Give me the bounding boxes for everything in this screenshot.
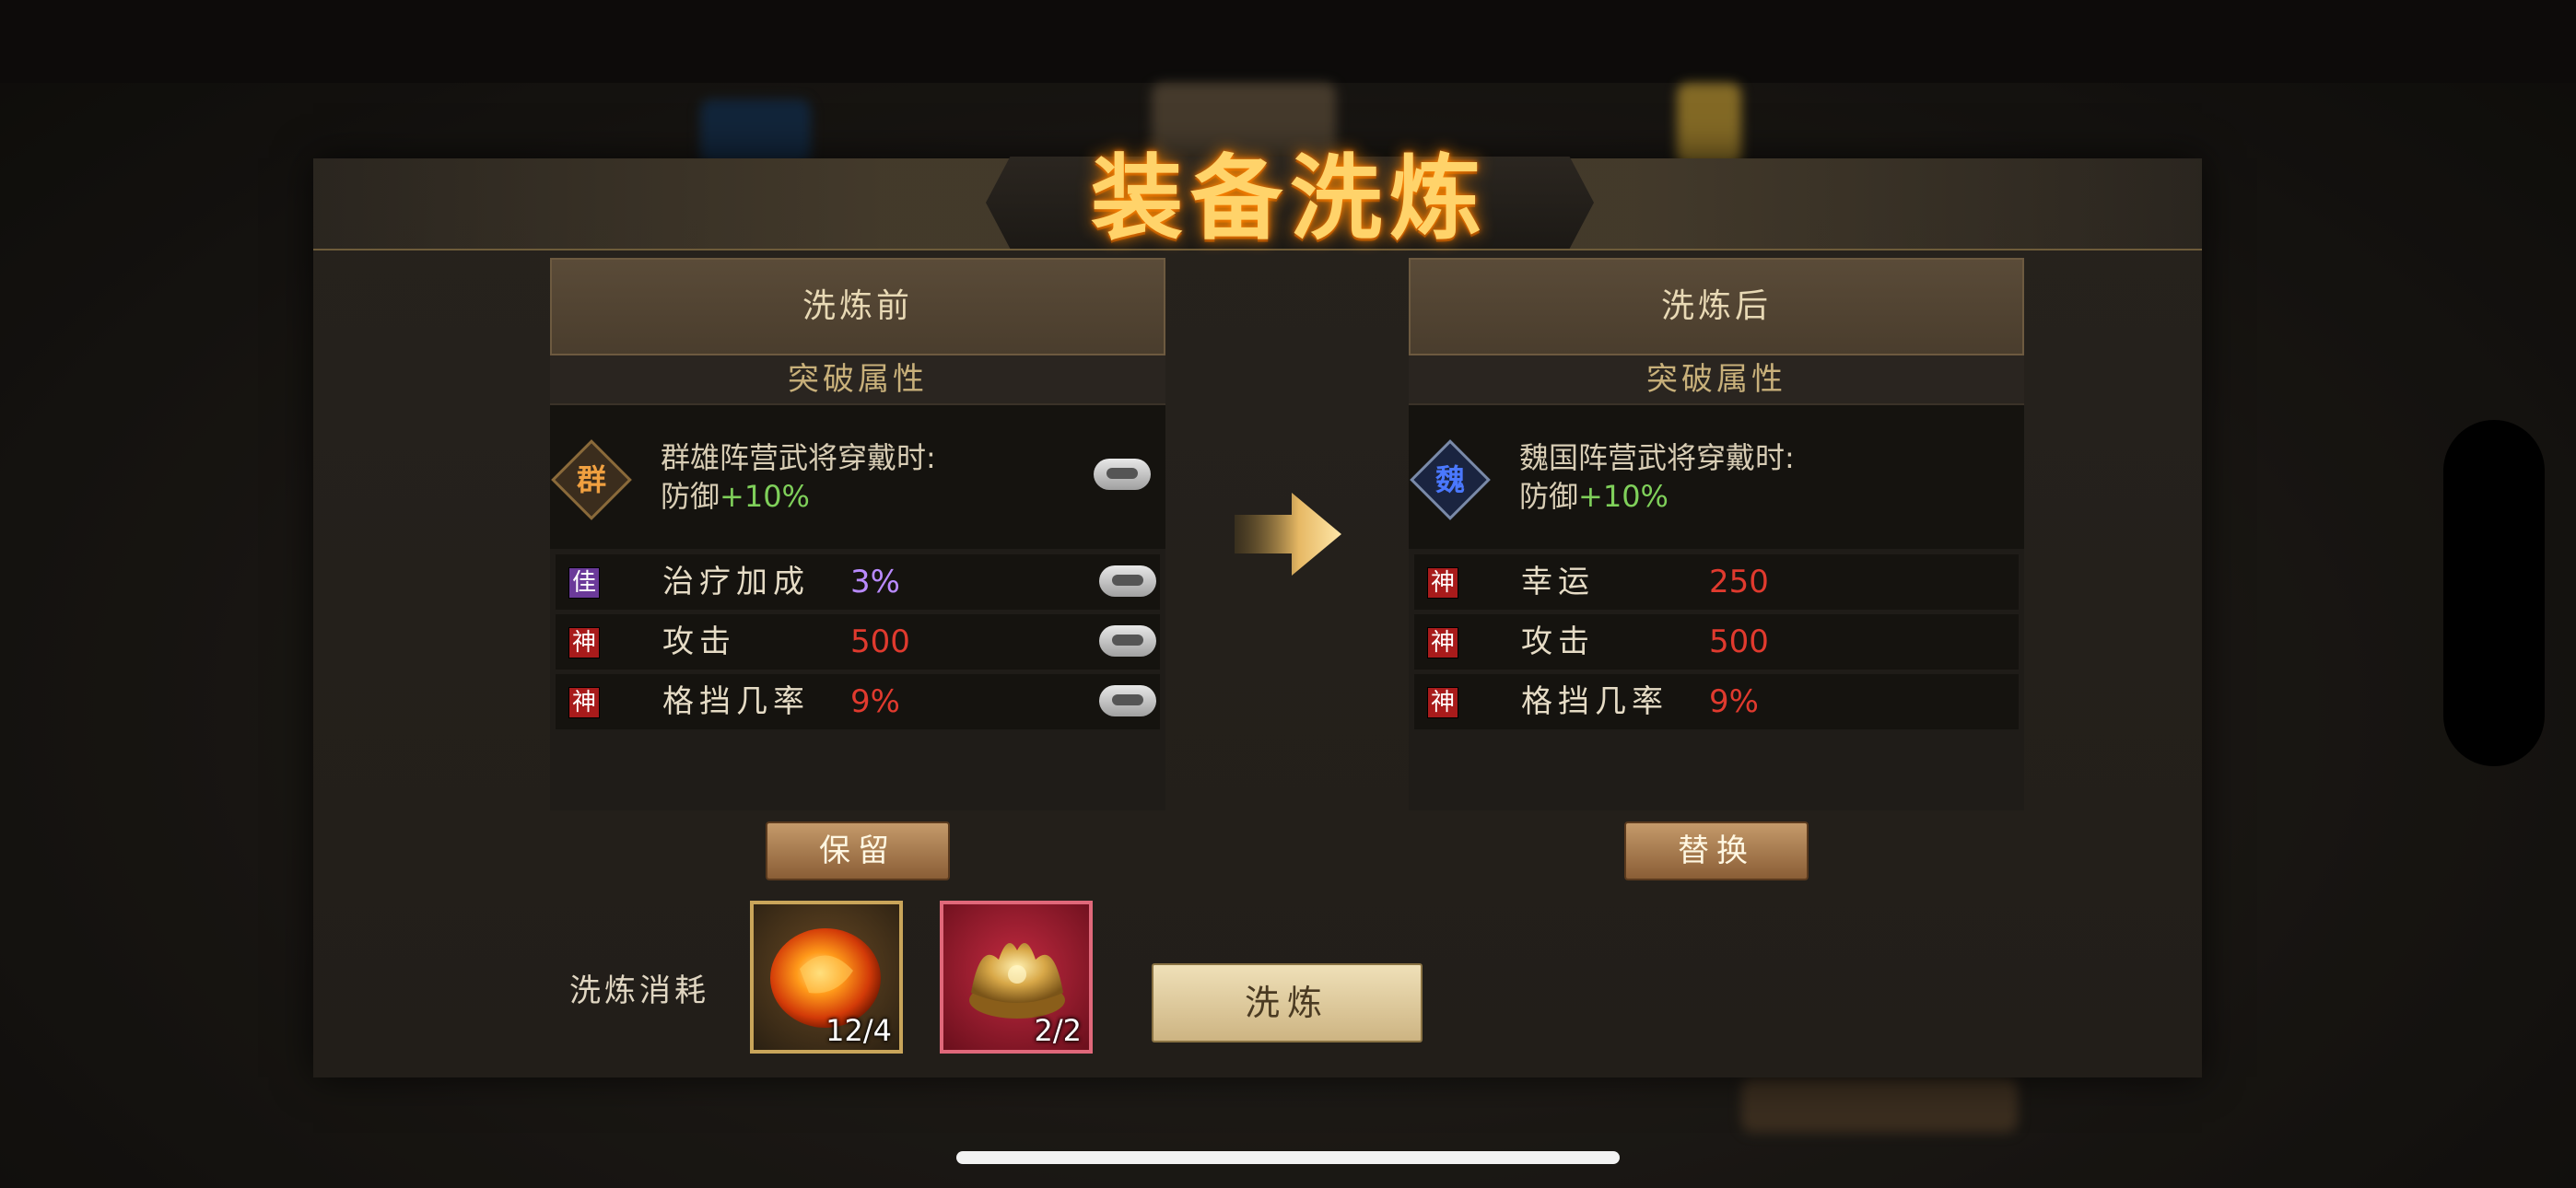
quality-tag: 神 (568, 687, 600, 718)
lock-icon[interactable] (1099, 625, 1156, 657)
refine-stone-slot[interactable]: 12/4 (750, 901, 903, 1054)
breakthrough-value: +10% (1578, 479, 1669, 514)
before-refine-panel: 洗炼前 突破属性 群 群雄阵营武将穿戴时: 防御+10% 佳 治疗加成 3% 神… (550, 258, 1165, 810)
replace-button[interactable]: 替换 (1624, 821, 1809, 880)
arrow-right-icon (1235, 493, 1341, 576)
faction-badge-label: 群 (576, 462, 606, 497)
refine-button[interactable]: 洗炼 (1152, 963, 1423, 1042)
breakthrough-stat: 防御 (1519, 479, 1579, 514)
attribute-value: 9% (1709, 683, 1759, 720)
refine-cost-label: 洗炼消耗 (569, 973, 709, 1009)
keep-button[interactable]: 保留 (766, 821, 950, 880)
breakthrough-condition: 魏国阵营武将穿戴时: (1519, 440, 1795, 475)
attribute-name: 攻击 (662, 623, 736, 660)
attribute-list: 佳 治疗加成 3% 神 攻击 500 神 格挡几率 9% (550, 549, 1165, 729)
lock-icon[interactable] (1094, 459, 1151, 490)
attribute-row: 神 格挡几率 9% (1414, 674, 2019, 729)
side-handle[interactable] (2443, 420, 2545, 766)
attribute-row: 神 幸运 250 (1414, 554, 2019, 610)
breakthrough-attribute-title: 突破属性 (1409, 355, 2024, 405)
home-indicator[interactable] (956, 1151, 1620, 1164)
attribute-row: 神 攻击 500 (556, 614, 1160, 670)
before-refine-header: 洗炼前 (550, 258, 1165, 355)
after-refine-panel: 洗炼后 突破属性 魏 魏国阵营武将穿戴时: 防御+10% 神 幸运 250 神 … (1409, 258, 2024, 810)
golden-crown-slot[interactable]: 2/2 (940, 901, 1093, 1054)
quality-tag: 神 (1427, 567, 1458, 599)
quality-tag: 神 (1427, 687, 1458, 718)
breakthrough-condition: 群雄阵营武将穿戴时: (661, 440, 936, 475)
attribute-value: 500 (1709, 623, 1769, 660)
attribute-list: 神 幸运 250 神 攻击 500 神 格挡几率 9% (1409, 549, 2024, 729)
attribute-name: 格挡几率 (662, 683, 810, 720)
attribute-row: 神 格挡几率 9% (556, 674, 1160, 729)
breakthrough-description: 魏国阵营武将穿戴时: 防御+10% (1519, 438, 1795, 516)
attribute-value: 3% (850, 564, 900, 600)
breakthrough-attribute-box: 群 群雄阵营武将穿戴时: 防御+10% (550, 405, 1165, 549)
attribute-value: 500 (850, 623, 910, 660)
breakthrough-attribute-title: 突破属性 (550, 355, 1165, 405)
attribute-value: 250 (1709, 564, 1769, 600)
breakthrough-stat: 防御 (661, 479, 720, 514)
quality-tag: 神 (568, 627, 600, 658)
lock-icon[interactable] (1099, 565, 1156, 597)
lock-icon[interactable] (1099, 685, 1156, 716)
item-count: 2/2 (1034, 1013, 1083, 1048)
quality-tag: 佳 (568, 567, 600, 599)
attribute-name: 幸运 (1521, 564, 1595, 600)
attribute-row: 神 攻击 500 (1414, 614, 2019, 670)
breakthrough-description: 群雄阵营武将穿戴时: 防御+10% (661, 438, 936, 516)
breakthrough-attribute-box: 魏 魏国阵营武将穿戴时: 防御+10% (1409, 405, 2024, 549)
quality-tag: 神 (1427, 627, 1458, 658)
attribute-value: 9% (850, 683, 900, 720)
attribute-row: 佳 治疗加成 3% (556, 554, 1160, 610)
breakthrough-value: +10% (720, 479, 810, 514)
after-refine-header: 洗炼后 (1409, 258, 2024, 355)
item-count: 12/4 (825, 1013, 892, 1048)
faction-badge-label: 魏 (1434, 462, 1465, 497)
attribute-name: 治疗加成 (662, 564, 810, 600)
dialog-title: 装备洗炼 (1091, 144, 1489, 252)
attribute-name: 格挡几率 (1521, 683, 1669, 720)
attribute-name: 攻击 (1521, 623, 1595, 660)
